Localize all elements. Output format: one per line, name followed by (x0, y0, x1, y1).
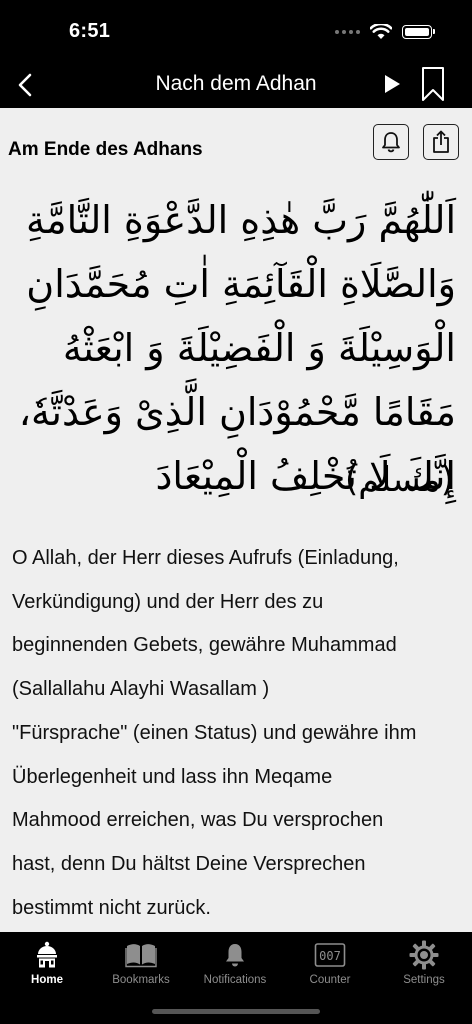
tab-settings[interactable]: Settings (377, 940, 471, 992)
status-bar: 6:51 (0, 0, 472, 62)
counter-display: 007 (319, 949, 341, 963)
tab-label: Notifications (203, 974, 267, 986)
bookmark-button[interactable] (418, 64, 448, 104)
tab-label: Bookmarks (112, 974, 170, 986)
dua-content[interactable]: Am Ende des Adhans اَللّٰهُمَّ رَبَّ هٰذ… (0, 108, 472, 932)
navigation-bar: Nach dem Adhan (0, 62, 472, 108)
tab-home[interactable]: Home (0, 940, 94, 992)
home-indicator (152, 1009, 320, 1014)
tab-bookmarks[interactable]: Bookmarks (94, 940, 188, 992)
tab-counter[interactable]: 007 Counter (283, 940, 377, 992)
status-icons (335, 22, 435, 42)
tab-notifications[interactable]: Notifications (188, 940, 282, 992)
bell-icon (226, 944, 244, 967)
counter-icon: 007 (314, 943, 346, 967)
bookmark-icon (422, 67, 444, 101)
play-button[interactable] (379, 71, 405, 97)
reminder-button[interactable] (373, 124, 409, 160)
wifi-icon (370, 24, 392, 39)
bell-icon (382, 132, 400, 153)
play-icon (385, 75, 400, 93)
tab-label: Counter (309, 974, 351, 986)
battery-icon (402, 25, 435, 39)
book-icon (125, 944, 157, 968)
share-icon (433, 130, 449, 153)
gear-icon (409, 940, 439, 970)
tab-label: Home (31, 974, 63, 986)
share-button[interactable] (423, 124, 459, 160)
status-time: 6:51 (69, 20, 111, 42)
section-title: Am Ende des Adhans (8, 139, 203, 160)
translation-text: O Allah, der Herr dieses Aufrufs (Einlad… (12, 547, 417, 919)
cellular-signal-icon (335, 30, 360, 34)
tab-label: Settings (403, 974, 445, 986)
home-icon (37, 941, 57, 968)
arabic-source: (مسلم) (345, 460, 454, 500)
